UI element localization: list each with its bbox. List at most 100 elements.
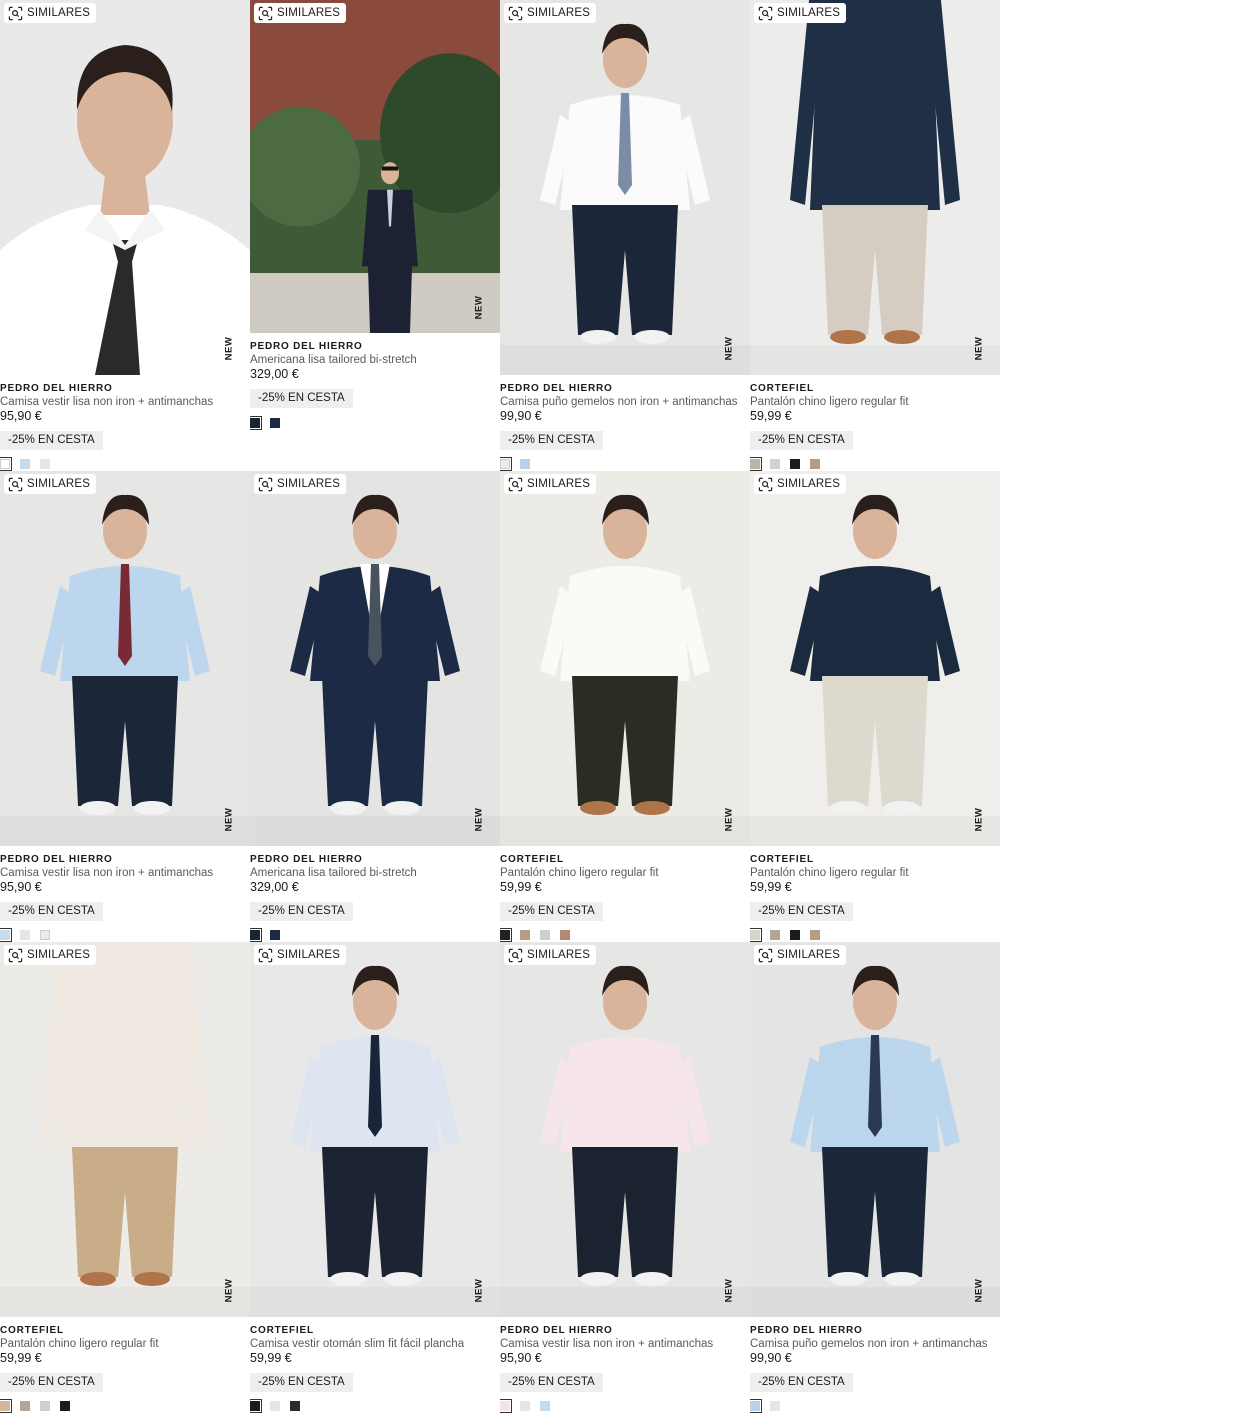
product-card[interactable]: SIMILARES NEW CORTEFIEL Pantalón chino l…: [750, 471, 1000, 942]
product-info[interactable]: CORTEFIEL Camisa vestir otomán slim fit …: [250, 1324, 500, 1392]
color-swatch[interactable]: [540, 930, 550, 940]
product-card[interactable]: SIMILARES NEW CORTEFIEL Pantalón chino l…: [750, 0, 1000, 471]
color-swatch[interactable]: [40, 1401, 50, 1411]
product-info[interactable]: PEDRO DEL HIERRO Camisa vestir lisa non …: [0, 853, 250, 921]
color-swatch[interactable]: [520, 1401, 530, 1411]
product-card[interactable]: SIMILARES NEW PEDRO DEL HIERRO Camisa pu…: [500, 0, 750, 471]
product-card[interactable]: SIMILARES NEW CORTEFIEL Pantalón chino l…: [500, 471, 750, 942]
color-swatch[interactable]: [60, 1401, 70, 1411]
color-swatch[interactable]: [250, 1399, 262, 1413]
product-info[interactable]: CORTEFIEL Pantalón chino ligero regular …: [0, 1324, 250, 1392]
product-name[interactable]: Camisa vestir otomán slim fit fácil plan…: [250, 1337, 500, 1351]
color-swatch[interactable]: [790, 930, 800, 940]
product-name[interactable]: Pantalón chino ligero regular fit: [750, 866, 1000, 880]
color-swatch[interactable]: [0, 457, 12, 471]
product-card[interactable]: SIMILARES NEW PEDRO DEL HIERRO Americana…: [250, 471, 500, 942]
color-swatch[interactable]: [20, 459, 30, 469]
product-name[interactable]: Pantalón chino ligero regular fit: [750, 395, 1000, 409]
color-swatch[interactable]: [0, 1399, 12, 1413]
color-swatch[interactable]: [270, 930, 280, 940]
product-info[interactable]: PEDRO DEL HIERRO Camisa vestir lisa non …: [500, 1324, 750, 1392]
color-swatch[interactable]: [290, 1401, 300, 1411]
color-swatch[interactable]: [790, 459, 800, 469]
color-swatch[interactable]: [770, 459, 780, 469]
color-swatch[interactable]: [500, 928, 512, 942]
product-image[interactable]: [250, 942, 500, 1317]
product-card[interactable]: SIMILARES NEW PEDRO DEL HIERRO Camisa pu…: [750, 942, 1000, 1413]
color-swatch[interactable]: [40, 930, 50, 940]
product-info[interactable]: PEDRO DEL HIERRO Camisa puño gemelos non…: [500, 382, 750, 450]
similares-button[interactable]: SIMILARES: [504, 3, 597, 23]
color-swatch[interactable]: [250, 928, 262, 942]
visual-search-icon: [258, 948, 273, 963]
similares-button[interactable]: SIMILARES: [4, 945, 97, 965]
product-card[interactable]: SIMILARES NEW CORTEFIEL Pantalón chino l…: [0, 942, 250, 1413]
similares-button[interactable]: SIMILARES: [254, 3, 347, 23]
similares-button[interactable]: SIMILARES: [4, 3, 97, 23]
color-swatch[interactable]: [520, 930, 530, 940]
similares-button[interactable]: SIMILARES: [754, 474, 847, 494]
product-image[interactable]: [0, 942, 250, 1317]
product-info[interactable]: CORTEFIEL Pantalón chino ligero regular …: [500, 853, 750, 921]
product-name[interactable]: Americana lisa tailored bi-stretch: [250, 866, 500, 880]
product-name[interactable]: Camisa vestir lisa non iron + antimancha…: [500, 1337, 750, 1351]
product-info[interactable]: PEDRO DEL HIERRO Americana lisa tailored…: [250, 853, 500, 921]
color-swatch[interactable]: [0, 928, 12, 942]
product-image[interactable]: [500, 471, 750, 846]
color-swatch[interactable]: [250, 416, 262, 430]
product-card[interactable]: SIMILARES NEW CORTEFIEL Camisa vestir ot…: [250, 942, 500, 1413]
product-card[interactable]: SIMILARES NEW PEDRO DEL HIERRO Americana…: [250, 0, 500, 471]
color-swatch[interactable]: [770, 930, 780, 940]
product-name[interactable]: Pantalón chino ligero regular fit: [500, 866, 750, 880]
product-image[interactable]: [500, 942, 750, 1317]
product-image[interactable]: [750, 942, 1000, 1317]
new-badge: NEW: [723, 336, 735, 361]
color-swatch[interactable]: [270, 1401, 280, 1411]
product-image[interactable]: [0, 471, 250, 846]
similares-button[interactable]: SIMILARES: [254, 474, 347, 494]
product-card[interactable]: SIMILARES NEW PEDRO DEL HIERRO Camisa ve…: [0, 0, 250, 471]
promo-badge: -25% EN CESTA: [500, 1373, 603, 1392]
product-image[interactable]: [250, 471, 500, 846]
product-image[interactable]: [0, 0, 250, 375]
color-swatch[interactable]: [520, 459, 530, 469]
product-info[interactable]: PEDRO DEL HIERRO Camisa puño gemelos non…: [750, 1324, 1000, 1392]
similares-button[interactable]: SIMILARES: [254, 945, 347, 965]
product-image[interactable]: [500, 0, 750, 375]
product-info[interactable]: PEDRO DEL HIERRO Americana lisa tailored…: [250, 340, 500, 408]
product-card[interactable]: SIMILARES NEW PEDRO DEL HIERRO Camisa ve…: [500, 942, 750, 1413]
similares-button[interactable]: SIMILARES: [504, 474, 597, 494]
similares-button[interactable]: SIMILARES: [504, 945, 597, 965]
color-swatch[interactable]: [500, 1399, 512, 1413]
color-swatch[interactable]: [810, 930, 820, 940]
color-swatch[interactable]: [750, 1399, 762, 1413]
color-swatch[interactable]: [270, 418, 280, 428]
product-image[interactable]: [250, 0, 500, 333]
product-card[interactable]: SIMILARES NEW PEDRO DEL HIERRO Camisa ve…: [0, 471, 250, 942]
color-swatch[interactable]: [750, 457, 762, 471]
product-name[interactable]: Camisa vestir lisa non iron + antimancha…: [0, 866, 250, 880]
product-name[interactable]: Camisa puño gemelos non iron + antimanch…: [750, 1337, 1000, 1351]
product-info[interactable]: CORTEFIEL Pantalón chino ligero regular …: [750, 853, 1000, 921]
similares-button[interactable]: SIMILARES: [754, 945, 847, 965]
product-name[interactable]: Camisa puño gemelos non iron + antimanch…: [500, 395, 750, 409]
color-swatch[interactable]: [500, 457, 512, 471]
product-image[interactable]: [750, 471, 1000, 846]
product-image[interactable]: [750, 0, 1000, 375]
similares-button[interactable]: SIMILARES: [4, 474, 97, 494]
color-swatch[interactable]: [20, 1401, 30, 1411]
product-info[interactable]: PEDRO DEL HIERRO Camisa vestir lisa non …: [0, 382, 250, 450]
color-swatch[interactable]: [750, 928, 762, 942]
color-swatch[interactable]: [810, 459, 820, 469]
similares-button[interactable]: SIMILARES: [754, 3, 847, 23]
product-name[interactable]: Camisa vestir lisa non iron + antimancha…: [0, 395, 250, 409]
color-swatch[interactable]: [40, 459, 50, 469]
color-swatch[interactable]: [770, 1401, 780, 1411]
product-brand: PEDRO DEL HIERRO: [750, 1325, 863, 1336]
color-swatch[interactable]: [560, 930, 570, 940]
color-swatch[interactable]: [20, 930, 30, 940]
product-info[interactable]: CORTEFIEL Pantalón chino ligero regular …: [750, 382, 1000, 450]
product-name[interactable]: Americana lisa tailored bi-stretch: [250, 353, 500, 367]
color-swatch[interactable]: [540, 1401, 550, 1411]
product-name[interactable]: Pantalón chino ligero regular fit: [0, 1337, 250, 1351]
